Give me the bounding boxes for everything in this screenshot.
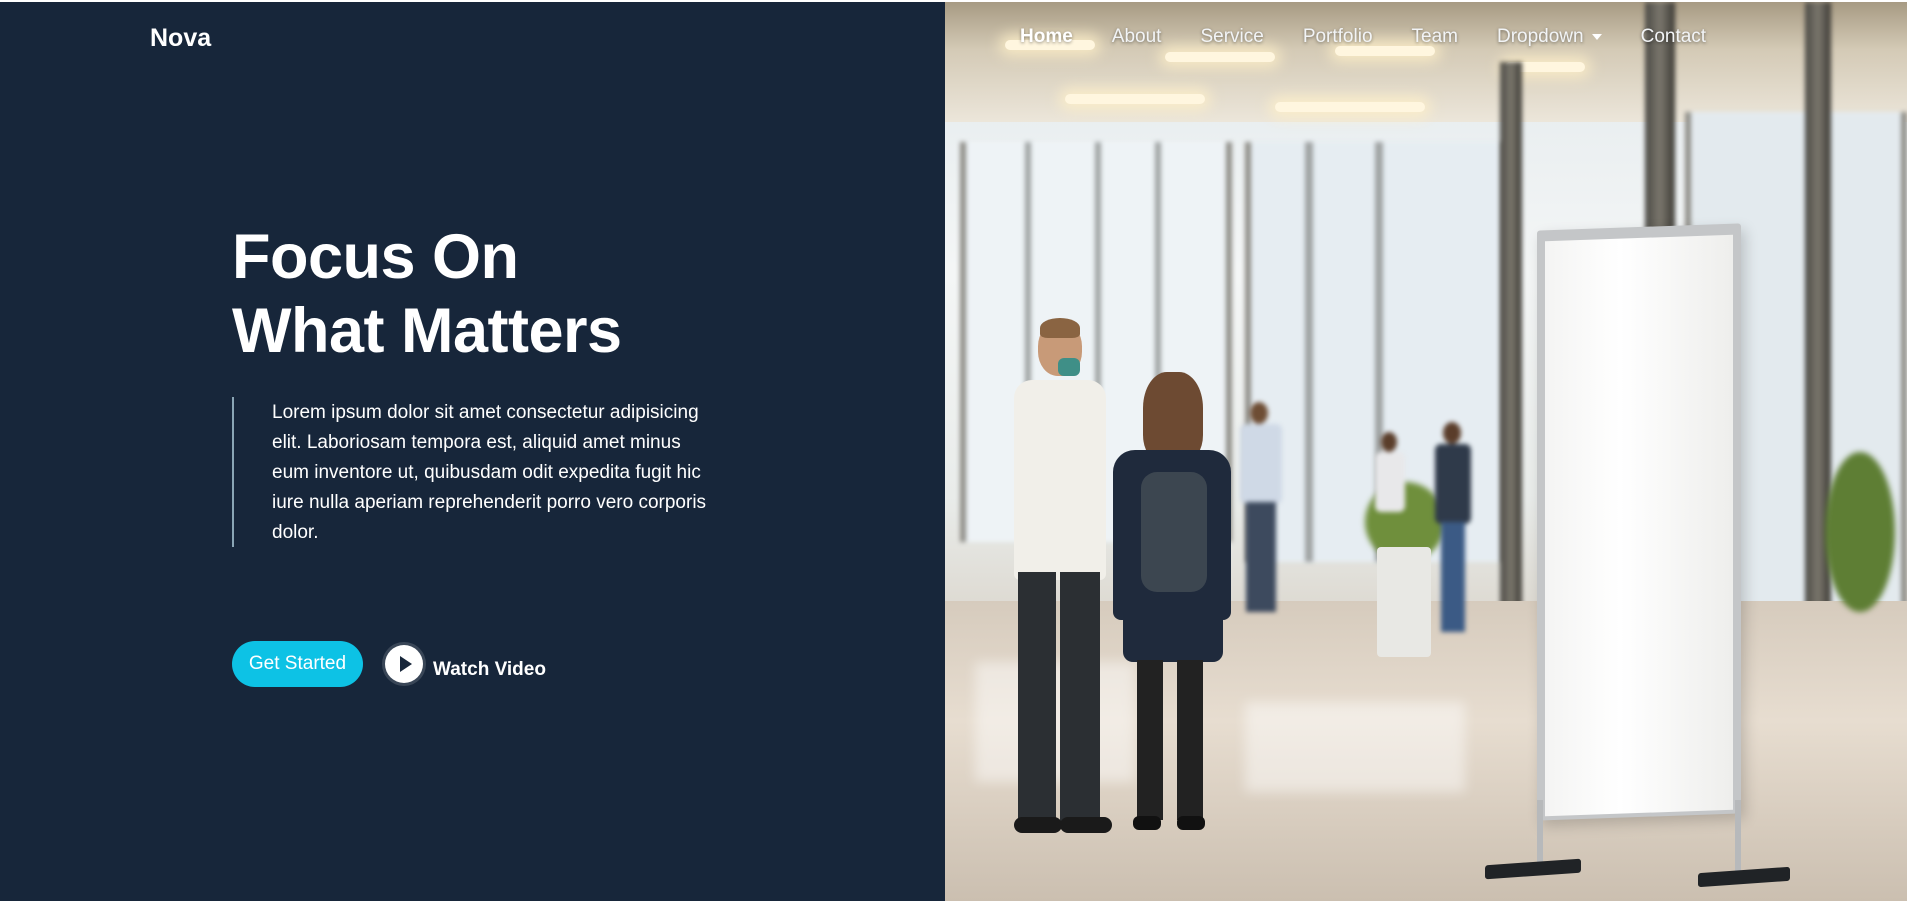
column — [1500, 62, 1522, 622]
main-nav: Home About Service Portfolio Team Dropdo… — [1020, 26, 1745, 48]
hero-photo-office-lobby — [945, 2, 1907, 901]
nav-item-portfolio[interactable]: Portfolio — [1303, 26, 1373, 48]
nav-item-contact[interactable]: Contact — [1641, 26, 1706, 48]
floor-reflection — [1245, 702, 1465, 792]
page-edge — [1907, 2, 1919, 901]
get-started-button[interactable]: Get Started — [232, 641, 363, 687]
nav-item-home[interactable]: Home — [1020, 26, 1073, 48]
hero-title-line2: What Matters — [232, 296, 622, 366]
nav-item-dropdown-label: Dropdown — [1496, 26, 1584, 47]
banner-pole — [1735, 800, 1741, 878]
nav-item-team[interactable]: Team — [1412, 26, 1458, 48]
page: Nova Home About Service Portfolio Team D… — [0, 0, 1919, 901]
banner-stand-blank — [1545, 234, 1733, 817]
nav-item-dropdown[interactable]: Dropdown — [1497, 26, 1602, 48]
ceiling-light — [1065, 94, 1205, 104]
hero-description: Lorem ipsum dolor sit amet consectetur a… — [272, 402, 707, 543]
play-icon[interactable] — [385, 645, 423, 683]
nav-item-service[interactable]: Service — [1200, 26, 1263, 48]
ceiling — [945, 2, 1907, 122]
window-mullion — [1305, 142, 1313, 562]
banner-pole — [1537, 800, 1543, 870]
ceiling-light — [1275, 102, 1425, 112]
text-accent-bar — [232, 397, 234, 547]
hero-title-line1: Focus On — [232, 222, 519, 292]
plant — [1825, 452, 1895, 612]
watch-video-label: Watch Video — [433, 659, 546, 680]
brand-logo[interactable]: Nova — [150, 24, 211, 53]
nav-item-about[interactable]: About — [1112, 26, 1162, 48]
watch-video-link[interactable]: Watch Video — [385, 645, 546, 683]
hero-title: Focus On What Matters — [232, 220, 622, 368]
ceiling-light — [1165, 52, 1275, 62]
plant-pot — [1377, 547, 1431, 657]
caret-down-icon — [1591, 34, 1602, 40]
